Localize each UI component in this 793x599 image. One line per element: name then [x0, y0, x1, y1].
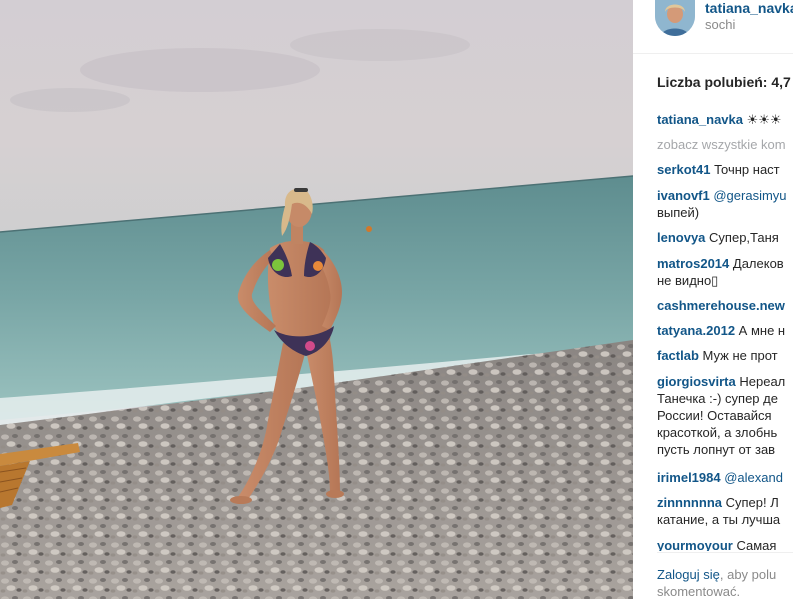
comment: matros2014 Далеков не видно▯ [657, 255, 793, 289]
comment-text: Точнр наст [710, 162, 780, 177]
comment-text-cont: Танечка :-) супер де [657, 391, 778, 406]
comment-username[interactable]: lenovya [657, 230, 705, 245]
caption-username[interactable]: tatiana_navka [657, 112, 743, 127]
comment-text: А мне н [735, 323, 786, 338]
comment: serkot41 Точнр наст [657, 161, 793, 178]
comment-text: Муж не прот [698, 348, 778, 363]
post-header: tatiana_navka sochi [633, 0, 793, 54]
comment-username[interactable]: factlab [657, 348, 699, 363]
divider [657, 552, 793, 553]
comment-mention[interactable]: @gerasimyu [710, 188, 786, 203]
comment-username[interactable]: irimel1984 [657, 470, 721, 485]
comment: yourmoyour Самая [657, 537, 793, 551]
comment-text: Супер! Л [722, 495, 779, 510]
post-author-username[interactable]: tatiana_navka [705, 0, 793, 16]
comment: lenovya Супер,Таня [657, 229, 793, 246]
comment-text-cont: катание, а ты лучша [657, 512, 781, 527]
comment-text: Супер,Таня [705, 230, 779, 245]
avatar[interactable] [655, 0, 695, 36]
comment: factlab Муж не прот [657, 347, 793, 364]
comment-username[interactable]: tatyana.2012 [657, 323, 735, 338]
comment-text: выпей) [657, 205, 700, 220]
comment-text: Нереал [735, 374, 786, 389]
post-caption: tatiana_navka ☀☀☀ [657, 112, 782, 128]
comment-text-cont: пусть лопнут от зав [657, 442, 776, 457]
login-prompt: Zaloguj się, aby polu skomentować. [657, 566, 793, 599]
comment-username[interactable]: zinnnnnna [657, 495, 722, 510]
comment-username[interactable]: cashmerehouse.new [657, 298, 785, 313]
comment-mention[interactable]: @alexand [721, 470, 783, 485]
comment-text-cont: красоткой, а злобнь [657, 425, 778, 440]
comment: giorgiosvirta Нереал Танечка :-) супер д… [657, 373, 793, 458]
login-link[interactable]: Zaloguj się [657, 567, 720, 582]
login-prompt-text: , aby polu [719, 567, 777, 582]
comment-text: Самая [732, 538, 777, 551]
comment-username[interactable]: ivanovf1 [657, 188, 710, 203]
post-sidebar: tatiana_navka sochi Liczba polubień: 4,7… [633, 0, 793, 599]
caption-text: ☀☀☀ [746, 112, 782, 127]
comment: ivanovf1 @gerasimyu выпей) [657, 187, 793, 221]
comment-text-cont: России! Оставайся [657, 408, 772, 423]
comment: irimel1984 @alexand [657, 469, 793, 486]
comment: zinnnnnna Супер! Л катание, а ты лучша [657, 494, 793, 528]
login-prompt-text-cont: skomentować. [657, 584, 741, 599]
comment: cashmerehouse.new [657, 297, 793, 314]
comment-username[interactable]: yourmoyour [657, 538, 733, 551]
see-all-comments-link[interactable]: zobacz wszystkie kom [657, 137, 786, 152]
comment-text: Далеков [729, 256, 784, 271]
comment-text-cont: не видно▯ [657, 273, 719, 288]
likes-count[interactable]: Liczba polubień: 4,7 [657, 74, 791, 90]
comment-username[interactable]: matros2014 [657, 256, 729, 271]
comment: tatyana.2012 А мне н [657, 322, 793, 339]
comment-username[interactable]: giorgiosvirta [657, 374, 736, 389]
post-location[interactable]: sochi [705, 17, 735, 32]
comment-username[interactable]: serkot41 [657, 162, 710, 177]
post-photo[interactable] [0, 0, 633, 599]
